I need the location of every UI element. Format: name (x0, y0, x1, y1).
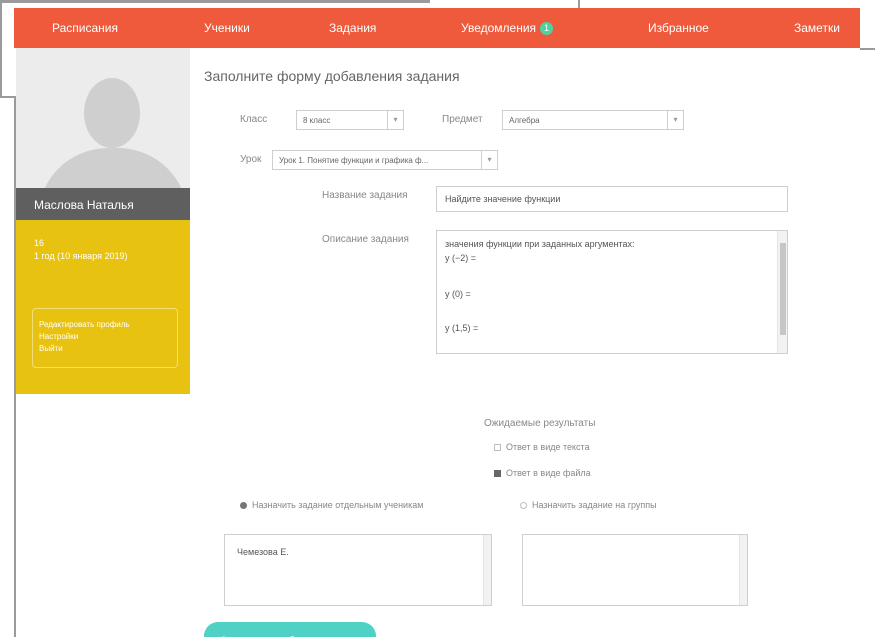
class-label: Класс (240, 114, 268, 125)
description-textarea[interactable]: значения функции при заданных аргументах… (436, 230, 788, 354)
answer-file-label: Ответ в виде файла (506, 468, 591, 478)
lesson-label: Урок (240, 154, 262, 165)
profile-menu: Редактировать профиль Настройки Выйти (32, 308, 178, 368)
nav-item-favorites[interactable]: Избранное (648, 21, 709, 35)
subject-select-value: Алгебра (509, 116, 540, 125)
page-title: Заполните форму добавления задания (204, 68, 460, 84)
top-navigation: Расписания Ученики Задания Уведомления 1 … (14, 8, 860, 48)
description-scrollbar[interactable] (777, 231, 787, 353)
settings-link[interactable]: Настройки (39, 331, 177, 343)
description-line: y (−2) = (445, 253, 477, 263)
subject-label: Предмет (442, 114, 483, 125)
edit-profile-link[interactable]: Редактировать профиль (39, 319, 177, 331)
nav-item-tasks[interactable]: Задания (329, 21, 376, 35)
frame-line (860, 48, 875, 50)
frame-line (0, 0, 2, 98)
assign-groups-label: Назначить задание на группы (532, 500, 657, 510)
lesson-select-value: Урок 1. Понятие функции и графика ф... (279, 156, 429, 165)
profile-info: 16 1 год (10 января 2019) Редактировать … (16, 220, 190, 394)
description-label: Описание задания (322, 234, 409, 245)
students-textarea[interactable]: Чемезова Е. (224, 534, 492, 606)
notifications-badge: 1 (540, 22, 554, 35)
logout-link[interactable]: Выйти (39, 343, 177, 355)
chevron-down-icon: ▾ (387, 111, 403, 129)
avatar (16, 48, 190, 188)
assign-students-radio[interactable] (240, 502, 247, 509)
description-line: y (0) = (445, 289, 471, 299)
lesson-select[interactable]: Урок 1. Понятие функции и графика ф... ▾ (272, 150, 498, 170)
nav-item-schedule[interactable]: Расписания (52, 21, 118, 35)
answer-text-option[interactable]: Ответ в виде текста (494, 442, 590, 452)
class-select-value: 8 класс (303, 116, 331, 125)
profile-name: Маслова Наталья (16, 188, 190, 220)
nav-item-notifications[interactable]: Уведомления 1 (461, 21, 554, 35)
profile-info-line: 1 год (10 января 2019) (34, 251, 128, 261)
assign-students-option[interactable]: Назначить задание отдельным ученикам (240, 500, 423, 510)
expected-results-label: Ожидаемые результаты (484, 418, 596, 429)
chevron-down-icon: ▾ (667, 111, 683, 129)
groups-scrollbar[interactable] (739, 535, 747, 605)
nav-item-students[interactable]: Ученики (204, 21, 250, 35)
student-entry: Чемезова Е. (237, 547, 289, 557)
task-form: Заполните форму добавления задания Класс… (190, 48, 860, 637)
answer-file-option[interactable]: Ответ в виде файла (494, 468, 591, 478)
task-name-label: Название задания (322, 190, 408, 201)
students-scrollbar[interactable] (483, 535, 491, 605)
profile-panel: Маслова Наталья 16 1 год (10 января 2019… (16, 48, 190, 394)
nav-item-notes[interactable]: Заметки (794, 21, 840, 35)
chevron-down-icon: ▾ (481, 151, 497, 169)
groups-textarea[interactable] (522, 534, 748, 606)
save-and-publish-button[interactable]: Сохранить и опубликовать (204, 622, 376, 637)
nav-item-notifications-label: Уведомления (461, 21, 537, 35)
description-line: значения функции при заданных аргументах… (445, 239, 635, 249)
avatar-head-shape (84, 78, 140, 148)
class-select[interactable]: 8 класс ▾ (296, 110, 404, 130)
assign-students-label: Назначить задание отдельным ученикам (252, 500, 424, 510)
avatar-body-shape (38, 148, 188, 188)
assign-groups-option[interactable]: Назначить задание на группы (520, 500, 657, 510)
answer-text-checkbox[interactable] (494, 444, 501, 451)
answer-file-checkbox[interactable] (494, 470, 501, 477)
assign-groups-radio[interactable] (520, 502, 527, 509)
description-line: y (1,5) = (445, 323, 479, 333)
frame-line (0, 0, 430, 3)
answer-text-label: Ответ в виде текста (506, 442, 590, 452)
frame-line (578, 0, 580, 8)
profile-info-line: 16 (34, 238, 45, 248)
task-name-input[interactable]: Найдите значение функции (436, 186, 788, 212)
subject-select[interactable]: Алгебра ▾ (502, 110, 684, 130)
scrollbar-thumb[interactable] (780, 243, 786, 335)
